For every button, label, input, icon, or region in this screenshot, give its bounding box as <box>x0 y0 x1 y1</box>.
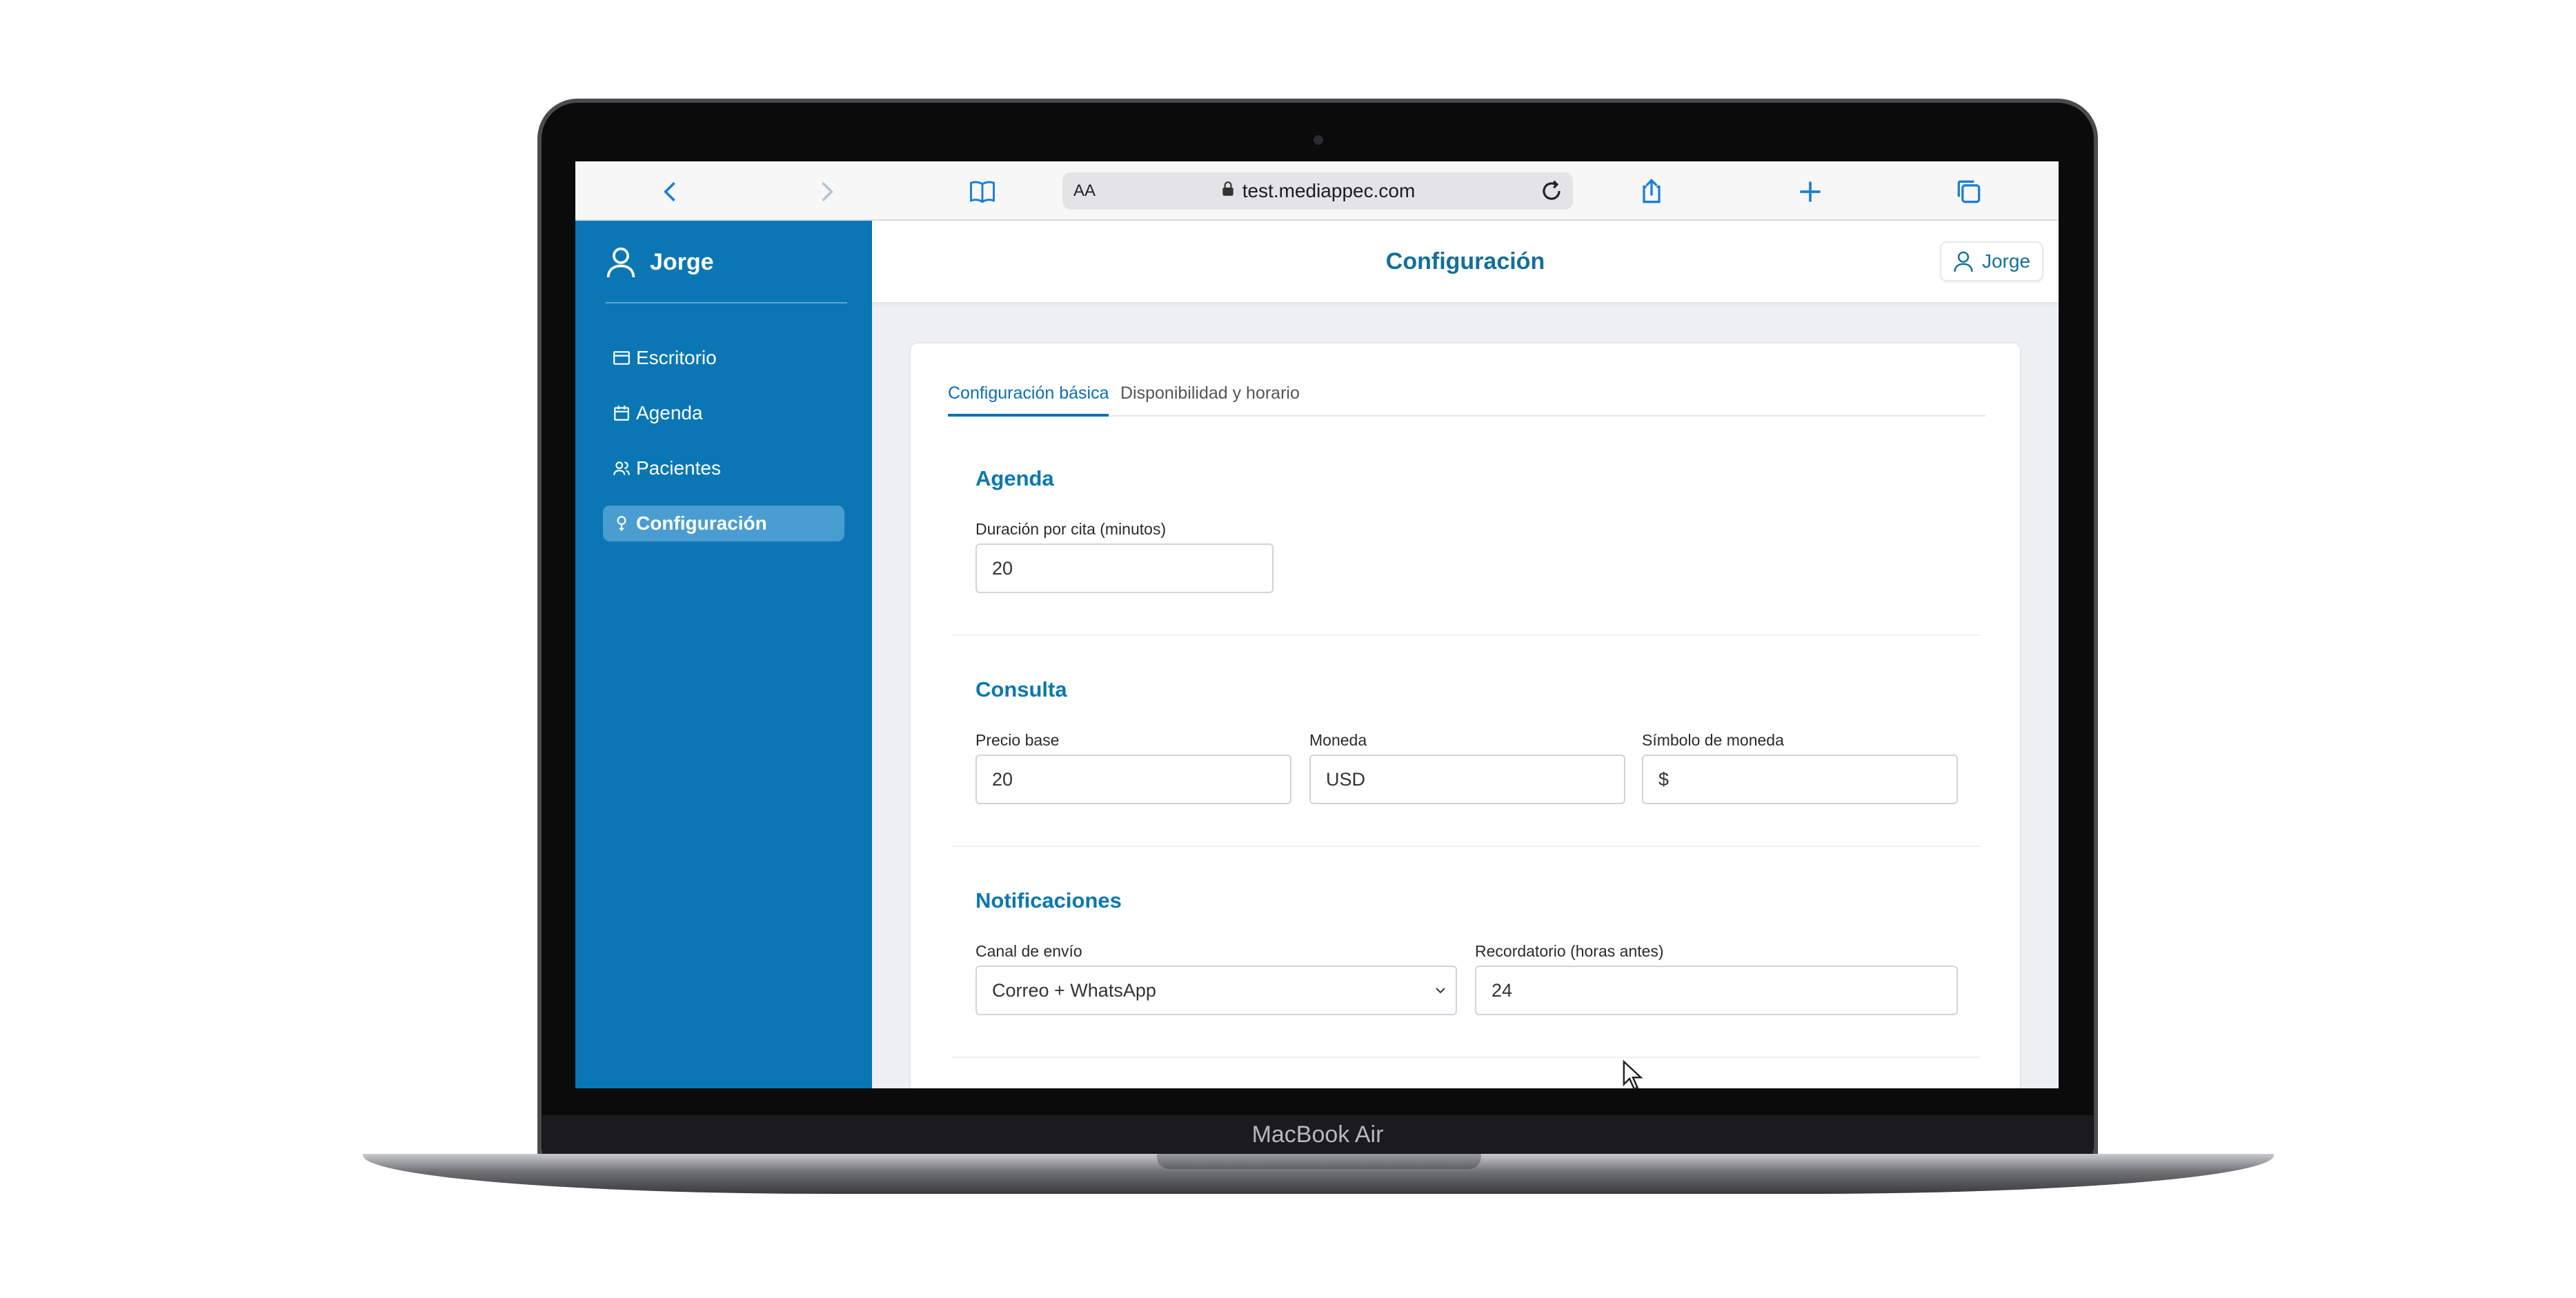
sidebar-item-label: Escritorio <box>636 347 717 368</box>
sidebar-item-pacientes[interactable]: Pacientes <box>603 450 844 486</box>
sidebar-divider <box>606 302 847 303</box>
section-divider <box>952 846 1980 847</box>
tabs-overview-button[interactable] <box>1950 172 1988 211</box>
sidebar-item-configuracion[interactable]: Configuración <box>603 506 844 541</box>
channel-select[interactable]: Correo + WhatsApp <box>975 966 1457 1015</box>
users-icon <box>613 461 630 475</box>
sidebar-item-label: Pacientes <box>636 457 721 479</box>
channel-label: Canal de envío <box>975 942 1082 960</box>
reminder-label: Recordatorio (horas antes) <box>1475 942 1664 960</box>
screen: AA test.mediappec.com Jorge Escritorio A… <box>575 161 2059 1088</box>
sidebar-item-label: Agenda <box>636 402 703 423</box>
settings-icon <box>617 516 626 531</box>
sidebar-item-escritorio[interactable]: Escritorio <box>603 340 844 376</box>
user-icon <box>1954 251 1973 272</box>
lock-icon <box>1220 180 1236 202</box>
currency-symbol-input[interactable]: $ <box>1642 755 1958 804</box>
currency-symbol-label: Símbolo de moneda <box>1642 731 1784 749</box>
address-bar[interactable]: AA test.mediappec.com <box>1062 172 1573 210</box>
sidebar-user-name: Jorge <box>650 248 714 275</box>
user-menu-button[interactable]: Jorge <box>1940 241 2043 281</box>
back-button[interactable] <box>651 172 690 211</box>
tab-bar: Configuración básica Disponibilidad y ho… <box>948 378 1985 417</box>
share-icon <box>1643 179 1661 203</box>
section-title-notificaciones: Notificaciones <box>975 888 1122 912</box>
sidebar-item-agenda[interactable]: Agenda <box>603 395 844 431</box>
sidebar-user: Jorge <box>606 246 714 279</box>
section-divider <box>952 635 1980 636</box>
sidebar-item-label: Configuración <box>636 512 767 534</box>
chevron-down-icon <box>1436 988 1445 994</box>
plus-icon <box>1800 181 1821 202</box>
browser-toolbar: AA test.mediappec.com <box>575 161 2059 221</box>
channel-select-value: Correo + WhatsApp <box>992 979 1156 1001</box>
camera <box>1314 135 1323 145</box>
tab-disponibilidad-horario[interactable]: Disponibilidad y horario <box>1120 378 1300 417</box>
settings-card: Configuración básica Disponibilidad y ho… <box>909 342 2021 1088</box>
share-button[interactable] <box>1632 172 1671 211</box>
duration-label: Duración por cita (minutos) <box>975 520 1167 538</box>
page-header: Configuración Jorge <box>872 221 2059 303</box>
desktop-icon <box>613 351 630 365</box>
forward-button[interactable] <box>807 172 846 211</box>
currency-label: Moneda <box>1309 731 1367 749</box>
calendar-icon <box>614 406 629 421</box>
base-price-input[interactable]: 20 <box>975 755 1291 804</box>
reminder-input[interactable]: 24 <box>1475 966 1958 1015</box>
user-menu-label: Jorge <box>1981 250 2031 272</box>
chevron-right-icon <box>822 181 833 202</box>
book-icon <box>970 181 995 203</box>
section-divider <box>952 1057 1980 1058</box>
user-icon <box>606 247 635 278</box>
section-title-consulta: Consulta <box>975 677 1067 701</box>
duration-input[interactable]: 20 <box>975 543 1274 593</box>
laptop-notch <box>1157 1154 1481 1169</box>
page-title: Configuración <box>1385 248 1545 274</box>
url-display: test.mediappec.com <box>1062 180 1573 202</box>
section-title-agenda: Agenda <box>975 466 1054 490</box>
currency-input[interactable]: USD <box>1309 755 1625 804</box>
tabs-icon <box>1957 180 1981 203</box>
bookmarks-button[interactable] <box>963 172 1002 211</box>
url-text: test.mediappec.com <box>1242 180 1416 201</box>
base-price-label: Precio base <box>975 731 1060 749</box>
chevron-left-icon <box>664 181 675 202</box>
mouse-cursor-icon <box>1623 1059 1643 1090</box>
reload-icon[interactable] <box>1538 178 1565 204</box>
sidebar: Jorge Escritorio Agenda Pacientes Config… <box>575 221 872 1088</box>
tab-configuracion-basica[interactable]: Configuración básica <box>948 378 1109 417</box>
new-tab-button[interactable] <box>1791 172 1830 211</box>
device-brand-label: MacBook Air <box>1251 1121 1384 1148</box>
